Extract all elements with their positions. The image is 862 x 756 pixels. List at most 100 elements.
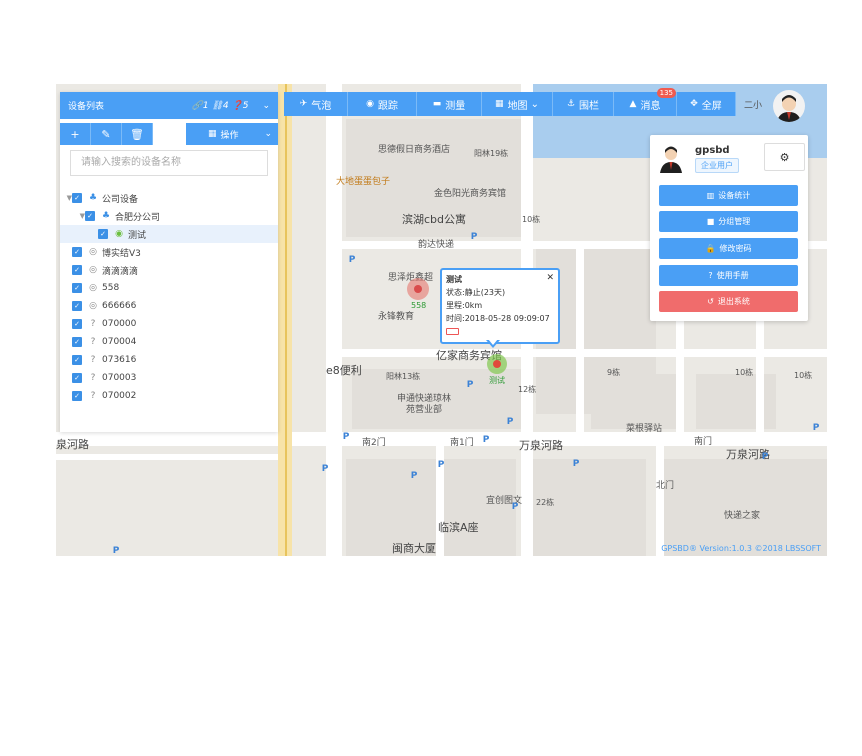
map-label-b10: 10栋 — [522, 215, 541, 224]
plus-icon: + — [70, 127, 80, 141]
popup-time: 时间:2018-05-28 09:09:07 — [446, 314, 550, 323]
device-tree: ▼ ✓ ♣ 公司设备 ▼ ✓ ♣ 合肥分公司 ✓ ◉ 测试 ✓ ◎ 博实结V3 ✓ ◎ 滴滴滴滴 ✓ ◎ 558 ✓ ◎ 6… — [60, 189, 278, 405]
user-name: gpsbd — [695, 145, 730, 156]
toolbar-bell-button[interactable]: ▲ 消息 135 — [614, 88, 677, 116]
parking-icon: P — [410, 471, 418, 481]
map-label-b10b: 10栋 — [735, 368, 754, 377]
lock-menu-button[interactable]: 🔒 修改密码 — [659, 238, 798, 259]
device-tree-row[interactable]: ▼ ✓ ♣ 合肥分公司 — [60, 207, 278, 225]
logout-icon: ↺ — [707, 297, 714, 306]
avatar-image — [777, 95, 801, 122]
device-tree-label: 测试 — [128, 230, 147, 241]
parking-icon: P — [761, 452, 769, 462]
toolbar-fullscreen-button[interactable]: ✥ 全屏 — [677, 92, 736, 116]
toolbar-label: 气泡 — [311, 100, 332, 112]
lock-icon: 🔒 — [705, 244, 716, 253]
chart-menu-button[interactable]: ▥ 设备统计 — [659, 185, 798, 206]
device-tree-row[interactable]: ✓? 070002 — [60, 387, 278, 405]
device-search-input[interactable]: 请输入搜索的设备名称 — [70, 150, 268, 176]
device-list-title: 设备列表 — [68, 102, 105, 112]
user-panel-avatar — [658, 143, 684, 173]
toolbar-fence-button[interactable]: ⚓ 围栏 — [553, 92, 614, 116]
map-label-kuaidi: 快递之家 — [724, 511, 761, 521]
parking-icon: P — [470, 232, 478, 242]
checkbox[interactable]: ✓ — [72, 283, 82, 293]
device-tree-row[interactable]: ✓ ◉ 测试 — [60, 225, 278, 243]
user-avatar[interactable] — [773, 90, 805, 122]
checkbox[interactable]: ✓ — [72, 265, 82, 275]
chevron-down-icon[interactable]: ⌄ — [262, 101, 270, 111]
device-tree-row[interactable]: ✓? 070003 — [60, 369, 278, 387]
checkbox[interactable]: ✓ — [72, 247, 82, 257]
operate-dropdown[interactable]: ▦ 操作 ⌄ — [186, 123, 278, 145]
parking-icon: P — [511, 502, 519, 512]
device-marker-558[interactable] — [407, 278, 429, 300]
map-label-restaurant: 大地蛋蛋包子 — [336, 177, 391, 187]
device-offline-icon: ◎ — [89, 283, 97, 293]
toolbar-label: 跟踪 — [377, 100, 398, 112]
checkbox[interactable]: ✓ — [72, 355, 82, 365]
checkbox[interactable]: ✓ — [72, 337, 82, 347]
checkbox[interactable]: ✓ — [72, 319, 82, 329]
map-label-edu: 永锋教育 — [378, 312, 415, 322]
map-label-erxiao: 二小 — [744, 101, 763, 111]
device-tree-label: 合肥分公司 — [115, 212, 161, 223]
logout-menu-button[interactable]: ↺ 退出系统 — [659, 291, 798, 312]
checkbox[interactable]: ✓ — [72, 193, 82, 203]
org-icon: ♣ — [101, 211, 111, 221]
add-button[interactable]: + — [60, 123, 91, 145]
device-tree-label: 070003 — [102, 373, 137, 383]
user-role-badge: 企业用户 — [695, 158, 739, 173]
device-tree-row[interactable]: ✓ ◎ 博实结V3 — [60, 243, 278, 261]
checkbox[interactable]: ✓ — [72, 391, 82, 401]
parking-icon: P — [348, 255, 356, 265]
device-tree-row[interactable]: ✓ ◎ 558 — [60, 279, 278, 297]
toolbar-ruler-button[interactable]: ▬ 测量 — [417, 92, 482, 116]
help-menu-button[interactable]: ? 使用手册 — [659, 265, 798, 286]
toolbar-map-button[interactable]: ▦ 地图 ⌄ — [482, 92, 553, 116]
device-offline-icon: ◎ — [89, 301, 97, 311]
device-tree-row[interactable]: ✓? 070000 — [60, 315, 278, 333]
map-label-b9: 9栋 — [607, 368, 621, 377]
edit-button[interactable]: ✎ — [91, 123, 122, 145]
tree-indent: ▼ — [60, 193, 72, 203]
checkbox[interactable]: ✓ — [98, 229, 108, 239]
close-icon[interactable]: ✕ — [546, 273, 554, 283]
device-tree-label: 073616 — [102, 355, 137, 365]
device-tree-label: 滴滴滴滴 — [102, 266, 139, 277]
parking-icon: P — [342, 432, 350, 442]
toolbar-eye-button[interactable]: ◉ 跟踪 — [348, 92, 417, 116]
folder-menu-button[interactable]: ■ 分组管理 — [659, 211, 798, 232]
bubble-off-icon: ✈ — [299, 99, 308, 109]
battery-icon — [446, 328, 459, 335]
menu-button-label: 分组管理 — [718, 217, 751, 226]
toolbar-bubble-off-button[interactable]: ✈ 气泡 — [284, 92, 348, 116]
map-label-express: 申通快递琼林苑营业部 — [396, 394, 451, 415]
trash-icon: 🗑 — [130, 127, 144, 141]
device-unknown-icon: ? — [90, 319, 96, 329]
message-count-badge: 135 — [656, 88, 676, 98]
folder-icon: ■ — [706, 217, 715, 226]
device-tree-row[interactable]: ✓ ◎ 滴滴滴滴 — [60, 261, 278, 279]
map-label-b22: 22栋 — [536, 498, 555, 507]
delete-button[interactable]: 🗑 — [122, 123, 153, 145]
toolbar-label: 全屏 — [701, 100, 722, 112]
checkbox[interactable]: ✓ — [72, 301, 82, 311]
popup-status: 状态:静止(23天) — [446, 288, 506, 297]
device-tree-row[interactable]: ▼ ✓ ♣ 公司设备 — [60, 189, 278, 207]
device-tree-label: 公司设备 — [102, 194, 139, 205]
checkbox[interactable]: ✓ — [72, 373, 82, 383]
parking-icon: P — [437, 460, 445, 470]
toolbar-label: 围栏 — [579, 100, 600, 112]
device-tree-label: 070002 — [102, 391, 137, 401]
device-tree-row[interactable]: ✓? 070004 — [60, 333, 278, 351]
device-tree-row[interactable]: ✓ ◎ 666666 — [60, 297, 278, 315]
device-marker-test[interactable] — [487, 354, 507, 374]
version-footer: GPSBD® Version:1.0.3 ©2018 LBSSOFT — [661, 544, 821, 553]
map-label-anhui: 闽商大厦 — [392, 542, 436, 555]
checkbox[interactable]: ✓ — [85, 211, 95, 221]
device-tree-row[interactable]: ✓? 073616 — [60, 351, 278, 369]
ruler-icon: ▬ — [432, 99, 442, 109]
device-tree-label: 666666 — [102, 301, 137, 311]
settings-button[interactable]: ⚙ — [764, 143, 805, 171]
